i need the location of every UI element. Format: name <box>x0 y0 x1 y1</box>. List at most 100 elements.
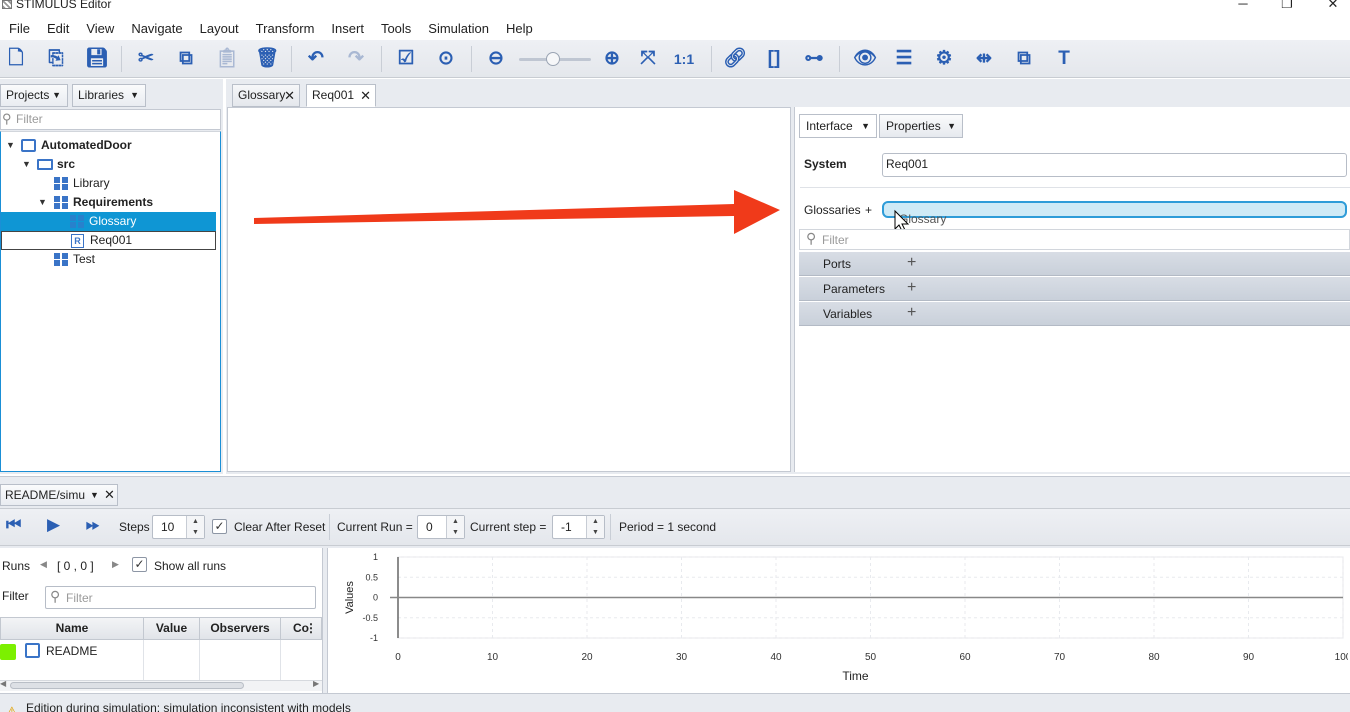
glossaries-drop-field[interactable] <box>882 201 1347 218</box>
row-name: README <box>46 644 98 658</box>
column-header-value[interactable]: Value <box>143 617 200 640</box>
menu-tools[interactable]: Tools <box>381 21 411 36</box>
components-icon[interactable]: ⚙ <box>933 48 955 70</box>
expand-arrow-icon[interactable]: ▼ <box>22 155 31 174</box>
section-parameters[interactable]: Parameters + <box>799 277 1350 301</box>
close-tab-icon[interactable]: ✕ <box>360 85 371 106</box>
add-port-icon[interactable]: + <box>907 251 916 275</box>
maximize-icon[interactable]: ❐ <box>1272 0 1302 12</box>
tree-item-glossary[interactable]: Glossary <box>1 212 216 231</box>
dropdown-caret-icon: ▼ <box>947 121 956 131</box>
text-icon[interactable]: T <box>1053 48 1075 70</box>
menu-file[interactable]: File <box>9 21 30 36</box>
column-header-name[interactable]: Name <box>0 617 144 640</box>
align-icon[interactable]: ⇹ <box>973 48 995 70</box>
zoom-slider-handle[interactable] <box>546 52 560 66</box>
tree-item-test[interactable]: Test <box>1 250 220 269</box>
diagram-canvas[interactable] <box>227 107 791 472</box>
current-run-spinner[interactable]: 0 ▲ ▼ <box>417 515 465 539</box>
paste-icon[interactable]: 📋︎ <box>215 48 239 70</box>
fit-to-screen-icon[interactable]: ⤧ <box>637 48 659 70</box>
variables-filter-input[interactable]: ⚲ Filter <box>45 586 316 609</box>
system-input[interactable]: Req001 <box>882 153 1347 177</box>
undo-icon[interactable]: ↶ <box>305 48 327 70</box>
steps-spinner[interactable]: 10 ▲ ▼ <box>152 515 205 539</box>
brackets-icon[interactable]: [] <box>763 48 785 70</box>
check-icon[interactable]: ☑ <box>395 48 417 70</box>
ports-filter-input[interactable]: ⚲ Filter <box>799 229 1350 250</box>
tab-projects[interactable]: Projects ▼ <box>0 84 68 107</box>
tab-interface[interactable]: Interface ▼ <box>799 114 877 138</box>
spinner-arrows-icon[interactable]: ▲ ▼ <box>586 516 604 538</box>
previous-run-icon[interactable]: ◀ <box>40 559 47 570</box>
eye-icon[interactable]: 👁︎ <box>853 48 877 70</box>
close-tab-icon[interactable]: ✕ <box>284 85 295 106</box>
copy-icon[interactable]: ⧉ <box>175 48 197 70</box>
close-window-icon[interactable]: ✕ <box>1318 0 1348 12</box>
new-file-icon[interactable]: 🗋 <box>5 48 27 70</box>
cut-icon[interactable]: ✂ <box>135 48 157 70</box>
close-tab-icon[interactable]: ✕ <box>104 485 115 505</box>
expand-arrow-icon[interactable]: ▼ <box>38 193 47 212</box>
zoom-in-icon[interactable]: ⊕ <box>601 48 623 70</box>
tab-libraries[interactable]: Libraries ▼ <box>72 84 146 107</box>
x-tick-label: 50 <box>865 652 877 663</box>
section-variables[interactable]: Variables + <box>799 302 1350 326</box>
tree-item-requirements[interactable]: ▼ Requirements <box>1 193 220 212</box>
minimize-icon[interactable]: ─ <box>1228 0 1258 12</box>
fast-forward-icon[interactable]: ⏩︎ <box>86 515 100 535</box>
tab-glossary[interactable]: Glossary ✕ <box>232 84 300 107</box>
column-header-observers[interactable]: Observers <box>199 617 281 640</box>
play-icon[interactable]: ▶ <box>47 515 60 535</box>
redo-icon[interactable]: ↷ <box>345 48 367 70</box>
show-all-runs-checkbox[interactable]: ✓ <box>132 557 147 572</box>
save-icon[interactable]: 💾︎ <box>85 48 109 70</box>
simulate-icon[interactable]: ⊙ <box>435 48 457 70</box>
column-menu-icon[interactable]: ⋮ <box>305 618 317 639</box>
tab-simulation[interactable]: README/simu ▼ ✕ <box>0 484 118 506</box>
spinner-arrows-icon[interactable]: ▲ ▼ <box>186 516 204 538</box>
scroll-right-icon[interactable]: ▶ <box>313 679 319 688</box>
menu-help[interactable]: Help <box>506 21 533 36</box>
column-header-co[interactable]: Co ⋮ <box>280 617 322 640</box>
key-icon[interactable]: ⊶ <box>803 48 825 70</box>
menu-simulation[interactable]: Simulation <box>428 21 489 36</box>
current-step-spinner[interactable]: -1 ▲ ▼ <box>552 515 605 539</box>
link-icon[interactable]: 🔗︎ <box>723 48 747 70</box>
section-ports[interactable]: Ports + <box>799 252 1350 276</box>
list-icon[interactable]: ☰ <box>893 48 915 70</box>
horizontal-scrollbar[interactable]: ◀ ▶ <box>0 679 322 691</box>
tree-item-req001[interactable]: R Req001 <box>1 231 216 250</box>
tree-item-src[interactable]: ▼ src <box>1 155 220 174</box>
tab-req001[interactable]: Req001 ✕ <box>306 84 376 107</box>
expand-arrow-icon[interactable]: ▼ <box>6 136 15 155</box>
layers-icon[interactable]: ⧉ <box>1013 48 1035 70</box>
next-run-icon[interactable]: ▶ <box>112 559 119 570</box>
clear-after-reset-checkbox[interactable]: ✓ <box>212 519 227 534</box>
zoom-reset-button[interactable]: 1:1 <box>672 48 696 70</box>
open-file-icon[interactable]: ⎘ <box>45 48 67 70</box>
filter-placeholder: Filter <box>66 591 93 605</box>
table-row[interactable]: README <box>0 640 322 681</box>
add-variable-icon[interactable]: + <box>907 301 916 325</box>
tree-item-library[interactable]: Library <box>1 174 220 193</box>
scrollbar-thumb[interactable] <box>10 682 244 689</box>
rewind-icon[interactable]: ⏮ <box>6 515 21 535</box>
tree-item-project[interactable]: ▼ AutomatedDoor <box>1 136 220 155</box>
spinner-arrows-icon[interactable]: ▲ ▼ <box>446 516 464 538</box>
project-filter-input[interactable]: ⚲ Filter <box>0 109 221 130</box>
scroll-left-icon[interactable]: ◀ <box>0 679 6 688</box>
menu-transform[interactable]: Transform <box>256 21 315 36</box>
menu-navigate[interactable]: Navigate <box>131 21 182 36</box>
delete-icon[interactable]: 🗑︎ <box>255 48 279 70</box>
menu-edit[interactable]: Edit <box>47 21 69 36</box>
add-parameter-icon[interactable]: + <box>907 276 916 300</box>
menu-insert[interactable]: Insert <box>331 21 364 36</box>
steps-value: 10 <box>161 520 175 534</box>
simulation-chart[interactable]: 0 10 20 30 40 50 60 70 80 90 100 1 0.5 0 -0.5 -1 Time Val… <box>328 548 1348 688</box>
menu-layout[interactable]: Layout <box>200 21 239 36</box>
add-glossary-button[interactable]: + <box>865 203 872 217</box>
tab-properties[interactable]: Properties ▼ <box>879 114 963 138</box>
zoom-out-icon[interactable]: ⊖ <box>485 48 507 70</box>
menu-view[interactable]: View <box>86 21 114 36</box>
